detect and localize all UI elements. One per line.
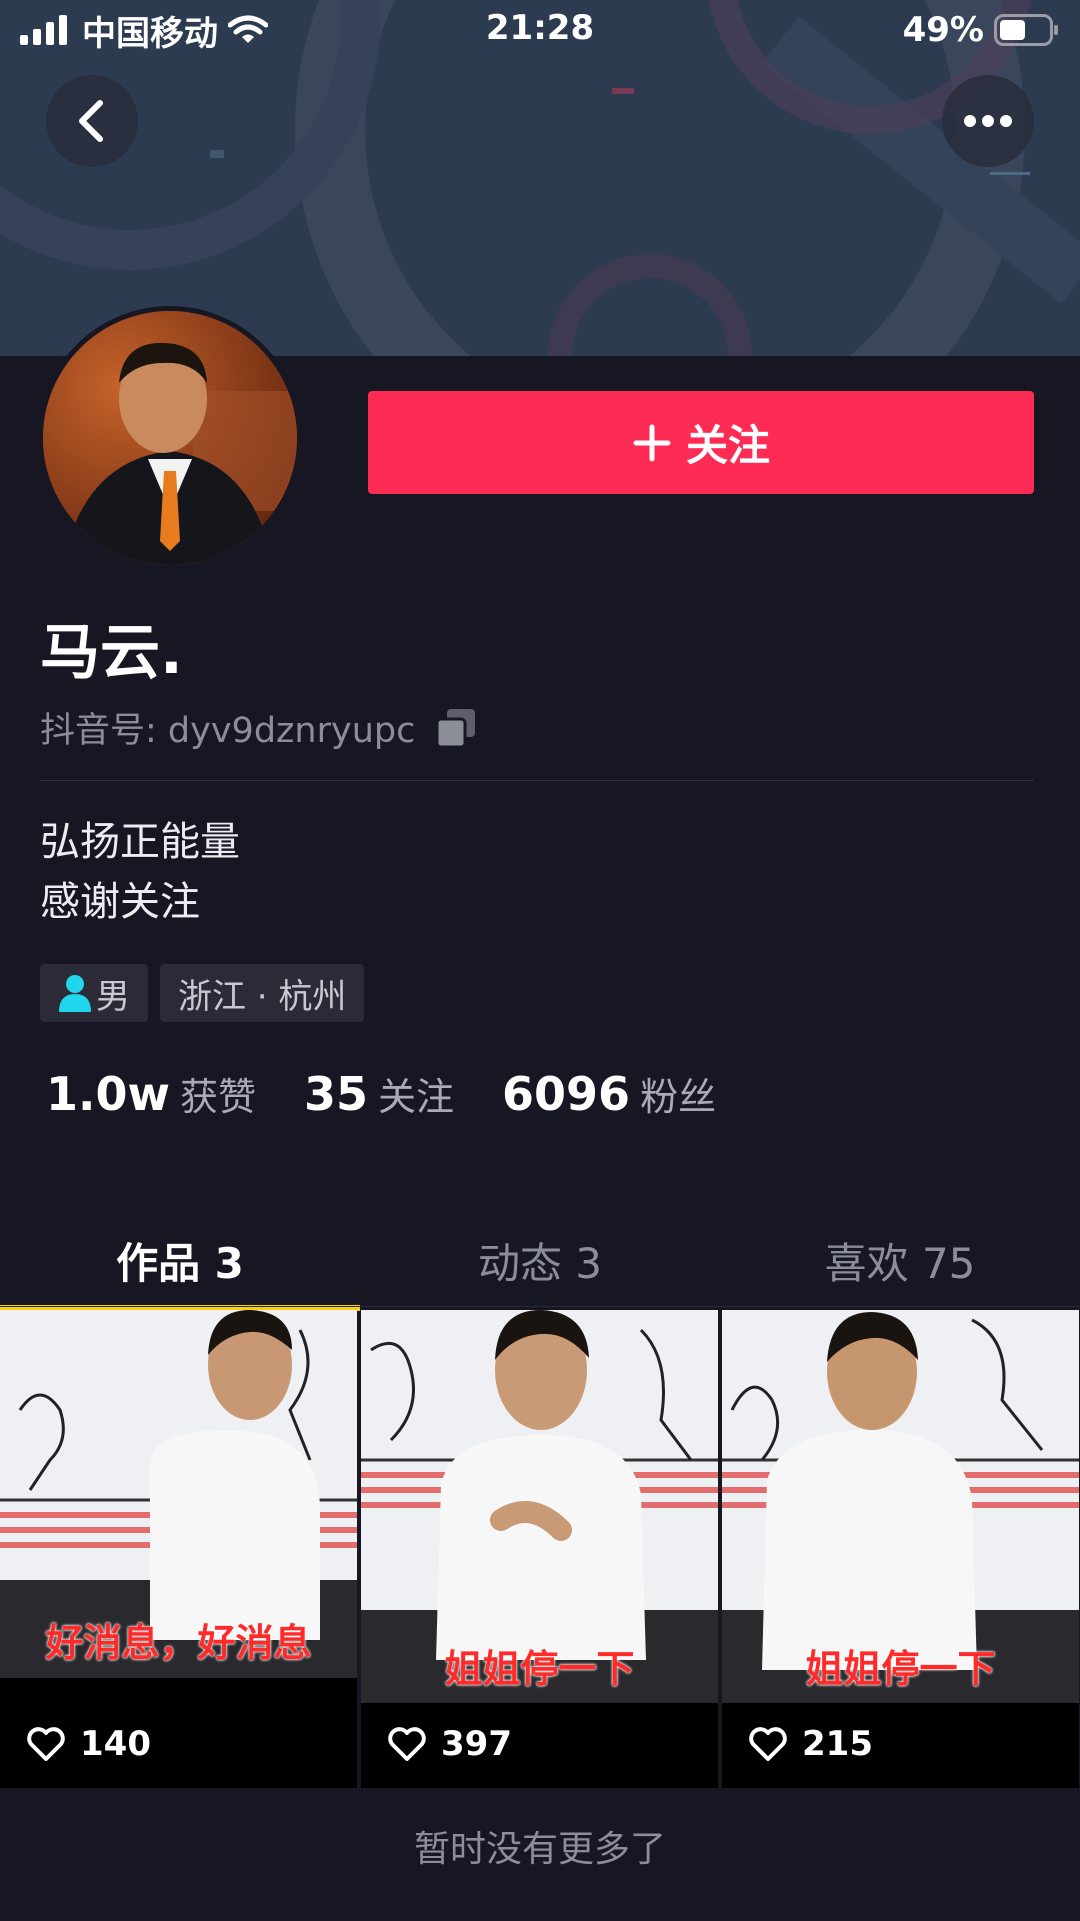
douyin-id-row: 抖音号: dyv9dznryupc (40, 702, 477, 753)
back-button[interactable] (46, 75, 138, 167)
status-bar: 中国移动 49% (0, 0, 1080, 60)
video-caption: 好消息，好消息 (45, 1620, 312, 1665)
stat-label: 粉丝 (640, 1075, 717, 1119)
stat-value: 1.0w (46, 1067, 170, 1121)
bio-line: 感谢关注 (40, 879, 200, 925)
video-grid: 好消息，好消息 140 姐姐停一下 397 姐姐停一下 215 (0, 1310, 1080, 1788)
stat-following[interactable]: 35 关注 (304, 1066, 454, 1121)
gender-label: 男 (96, 976, 130, 1017)
profile-tabs: 作品 3 动态 3 喜欢 75 (0, 1212, 1080, 1311)
tab-separator (0, 1306, 1080, 1307)
video-thumbnail[interactable]: 姐姐停一下 397 (361, 1310, 718, 1788)
stat-label: 关注 (378, 1075, 455, 1119)
plus-icon (633, 424, 671, 461)
stat-value: 6096 (502, 1067, 631, 1121)
tab-liked[interactable]: 喜欢 75 (720, 1212, 1080, 1308)
heart-icon (388, 1727, 426, 1761)
tab-activity[interactable]: 动态 3 (360, 1212, 720, 1308)
gender-tag: 男 (40, 964, 148, 1022)
stat-value: 35 (304, 1067, 369, 1121)
tab-works[interactable]: 作品 3 (0, 1212, 360, 1311)
video-likes: 140 (26, 1724, 151, 1764)
username: 马云. (40, 618, 183, 688)
location-tag: 浙江 · 杭州 (160, 964, 365, 1022)
like-count: 397 (441, 1724, 512, 1764)
bio: 弘扬正能量 感谢关注 (40, 812, 240, 932)
video-likes: 397 (387, 1724, 512, 1764)
status-right: 49% (903, 10, 1060, 50)
signal-icon (20, 15, 67, 45)
more-dots-icon (964, 115, 1012, 127)
like-count: 140 (80, 1724, 151, 1764)
video-caption: 姐姐停一下 (444, 1646, 635, 1691)
battery-percent: 49% (902, 10, 984, 50)
like-count: 215 (802, 1724, 873, 1764)
follow-button[interactable]: 关注 (368, 391, 1034, 494)
follow-label: 关注 (685, 421, 770, 470)
status-left: 中国移动 (20, 6, 268, 55)
carrier-label: 中国移动 (82, 13, 218, 54)
avatar-image (43, 311, 297, 565)
douyin-id: 抖音号: dyv9dznryupc (40, 711, 416, 751)
profile-stats: 1.0w 获赞 35 关注 6096 粉丝 (46, 1066, 764, 1121)
profile-divider (40, 780, 1034, 781)
copy-icon[interactable] (435, 707, 477, 749)
male-user-icon (59, 975, 91, 1012)
profile-screen: 中国移动 49% 21:28 关注 马云. 抖音号: dyv9dznryupc … (0, 0, 1080, 1921)
more-button[interactable] (942, 75, 1034, 167)
stat-label: 获赞 (179, 1075, 256, 1119)
battery-icon (994, 14, 1058, 46)
video-thumbnail[interactable]: 姐姐停一下 215 (722, 1310, 1079, 1788)
video-thumbnail[interactable]: 好消息，好消息 140 (0, 1310, 357, 1788)
video-caption: 姐姐停一下 (805, 1646, 996, 1691)
wifi-icon (228, 15, 268, 43)
bio-line: 弘扬正能量 (40, 819, 240, 865)
chevron-left-icon (79, 100, 103, 142)
profile-tags: 男 浙江 · 杭州 (40, 964, 365, 1022)
heart-icon (749, 1727, 787, 1761)
location-label: 浙江 · 杭州 (178, 976, 347, 1017)
video-likes: 215 (748, 1724, 873, 1764)
heart-icon (27, 1727, 65, 1761)
stat-followers[interactable]: 6096 粉丝 (502, 1066, 716, 1121)
avatar[interactable] (38, 306, 302, 570)
no-more-content-note: 暂时没有更多了 (413, 1829, 666, 1870)
stat-likes[interactable]: 1.0w 获赞 (46, 1066, 256, 1121)
